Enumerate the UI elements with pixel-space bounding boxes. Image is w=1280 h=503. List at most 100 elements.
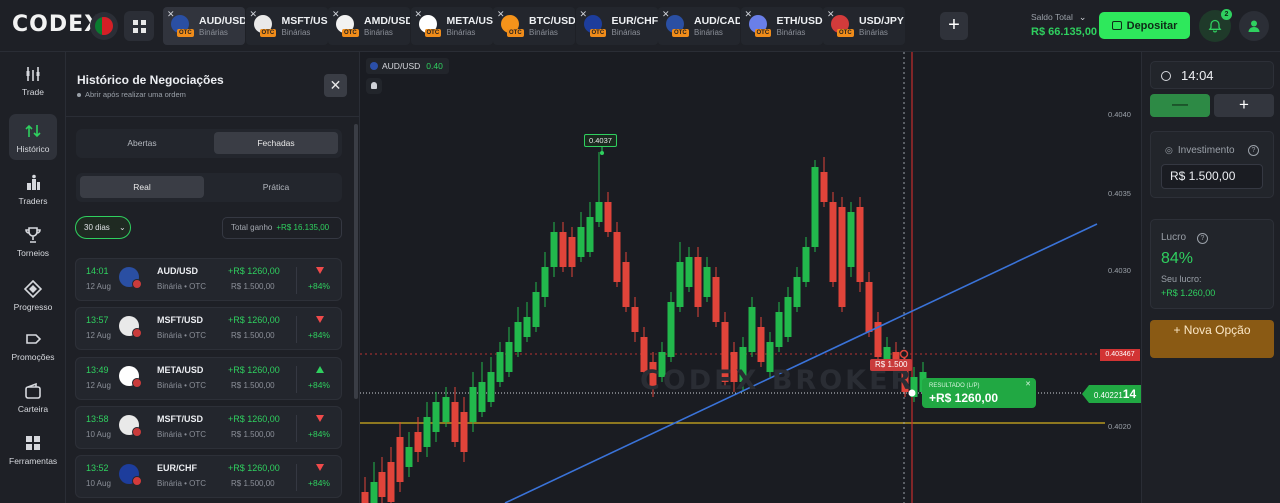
nav-item-wallet[interactable]: Carteira <box>9 374 57 420</box>
deposit-label: Depositar <box>1126 19 1178 32</box>
nav-item-trade[interactable]: Trade <box>9 57 57 103</box>
trade-investment: R$ 1.500,00 <box>231 429 275 439</box>
nav-label: Trade <box>22 87 44 97</box>
max-price-label: 0.4037 <box>584 134 617 147</box>
candle-body <box>541 267 549 297</box>
user-avatar[interactable] <box>1239 11 1269 41</box>
tab-asset-name: EUR/CHF <box>612 15 658 27</box>
candle-body <box>667 302 675 357</box>
nav-item-promo[interactable]: Promoções <box>9 322 57 368</box>
tab-asset-type: Binárias <box>859 28 888 37</box>
price-chart[interactable]: CODEX BROKER AUD/USD 0.40 0.4037 0.4040 0… <box>360 52 1141 503</box>
decrease-button[interactable]: — <box>1150 94 1210 117</box>
asset-tab-eur-chf[interactable]: ✕ OTC EUR/CHF Binárias <box>575 7 658 45</box>
tab-asset-type: Binárias <box>694 28 723 37</box>
trophy-icon <box>25 227 41 243</box>
asset-tab-meta-usd[interactable]: ✕OTCMETA/USDBinárias <box>410 7 493 45</box>
result-value: +R$ 1260,00 <box>929 391 999 405</box>
bell-icon <box>1208 19 1222 33</box>
candle-body <box>478 382 486 412</box>
current-price-suffix: 14 <box>1122 387 1137 401</box>
wallet-icon <box>1111 21 1122 30</box>
tab-asset-label: META/USD <box>446 15 493 27</box>
trade-time: 13:58 <box>86 413 109 424</box>
candle-body <box>469 387 477 422</box>
asset-tab-btc-usd[interactable]: ✕ OTC BTC/USD Binárias <box>493 7 575 45</box>
chevron-down-icon: ⌄ <box>1078 12 1087 22</box>
nav-item-trophy[interactable]: Torneios <box>9 218 57 264</box>
asset-tab-usd-jpy[interactable]: ✕OTCUSD/JPY+84%Binárias <box>823 7 905 45</box>
trade-history-item[interactable]: 13:57 12 Aug MSFT/USD Binária • OTC +R$ 1260… <box>75 307 342 351</box>
tab-asset-label: MSFT/USD <box>281 15 328 27</box>
candle-body <box>414 432 422 452</box>
tab-closed-orders[interactable]: Fechadas <box>214 132 338 154</box>
trade-asset: MSFT/USD <box>157 413 203 424</box>
tab-asset-type: Binárias <box>446 28 476 37</box>
deposit-button[interactable]: Depositar <box>1099 12 1190 39</box>
candle-body <box>604 202 612 232</box>
trade-history-item[interactable]: 13:49 12 Aug META/USD Binária • OTC +R$ 1260… <box>75 356 342 400</box>
trade-type: Binária • OTC <box>157 331 207 341</box>
trade-payout: +84% <box>308 478 330 489</box>
candle-body <box>423 417 431 447</box>
candle-body <box>829 202 837 282</box>
close-icon[interactable]: ✕ <box>1025 380 1031 388</box>
otc-badge: OTC <box>507 29 524 37</box>
balance-selector[interactable]: Saldo Total ⌄ R$ 66.135,00 <box>1031 12 1097 38</box>
asset-tab-aud-usd[interactable]: ✕ OTC AUD/USD Binárias <box>163 7 245 45</box>
notifications-button[interactable]: 2 <box>1199 9 1232 42</box>
candle-body <box>523 317 531 337</box>
new-option-button[interactable]: + Nova Opção <box>1150 320 1274 358</box>
axis-tick-label: 0.4020 <box>1108 422 1131 431</box>
asset-tab-amd-usd[interactable]: ✕ OTC AMD/USD Binárias <box>328 7 410 45</box>
nav-item-tools[interactable]: Ferramentas <box>9 426 57 472</box>
divider <box>296 365 297 393</box>
axis-tick-label: 0.4040 <box>1108 110 1131 119</box>
expiry-time-field[interactable]: 14:04 <box>1150 61 1274 89</box>
tab-asset-name: META/USD <box>447 15 493 27</box>
trade-date: 12 Aug <box>86 282 111 291</box>
trade-history-item[interactable]: 13:52 10 Aug EUR/CHF Binária • OTC +R$ 1260,… <box>75 455 342 499</box>
asset-tab-aud-cad[interactable]: ✕ OTC AUD/CAD Binárias <box>658 7 740 45</box>
profit-label: Lucro <box>1161 232 1187 243</box>
language-flag-button[interactable] <box>90 12 118 40</box>
history-scrollbar[interactable] <box>354 124 358 399</box>
candle-body <box>613 232 621 282</box>
close-history-button[interactable]: ✕ <box>324 74 347 97</box>
add-asset-tab-button[interactable]: + <box>940 12 968 40</box>
candle-body <box>712 277 720 322</box>
period-dropdown[interactable]: 30 dias ⌄ <box>75 216 131 239</box>
nav-item-progress[interactable]: Progresso <box>9 272 57 318</box>
history-panel: Histórico de Negociações Abrir após real… <box>66 52 360 503</box>
codex-logo[interactable]: CODEX <box>12 12 102 37</box>
history-icon <box>25 124 41 138</box>
nav-label: Ferramentas <box>9 456 58 466</box>
price-alert-icon[interactable] <box>366 78 382 94</box>
candle-body <box>550 232 558 267</box>
tab-real-account[interactable]: Real <box>80 176 204 198</box>
candle-body <box>757 327 765 362</box>
candlestick-chart[interactable] <box>360 52 1141 503</box>
help-icon[interactable]: ? <box>1248 145 1259 156</box>
trade-history-item[interactable]: 14:01 12 Aug AUD/USD Binária • OTC +R$ 1260,… <box>75 258 342 301</box>
increase-button[interactable]: + <box>1214 94 1274 117</box>
tab-asset-label: AMD/USD <box>364 15 410 27</box>
arrow-down-icon <box>316 267 324 274</box>
divider <box>296 316 297 344</box>
quote-currency-icon <box>132 426 142 437</box>
asset-tab-msft-usd[interactable]: ✕OTCMSFT/USDBinárias <box>245 7 328 45</box>
tab-practice-account[interactable]: Prática <box>214 176 338 198</box>
trade-result: +R$ 1260,00 <box>228 266 280 276</box>
layout-grid-button[interactable] <box>124 11 154 41</box>
tab-open-orders[interactable]: Abertas <box>80 132 204 154</box>
nav-item-history[interactable]: Histórico <box>9 114 57 160</box>
tab-asset-name: MSFT/USD <box>282 15 328 27</box>
trade-history-item[interactable]: 13:58 10 Aug MSFT/USD Binária • OTC +R$ 1260… <box>75 405 342 449</box>
asset-tab-eth-usd[interactable]: ✕ OTC ETH/USD Binárias <box>740 7 823 45</box>
tab-asset-label: AUD/CAD <box>694 15 740 27</box>
nav-item-traders[interactable]: Traders <box>9 166 57 212</box>
help-icon[interactable]: ? <box>1197 233 1208 244</box>
investment-input[interactable]: R$ 1.500,00 <box>1161 164 1263 189</box>
candle-body <box>703 267 711 297</box>
promo-icon <box>26 334 42 344</box>
